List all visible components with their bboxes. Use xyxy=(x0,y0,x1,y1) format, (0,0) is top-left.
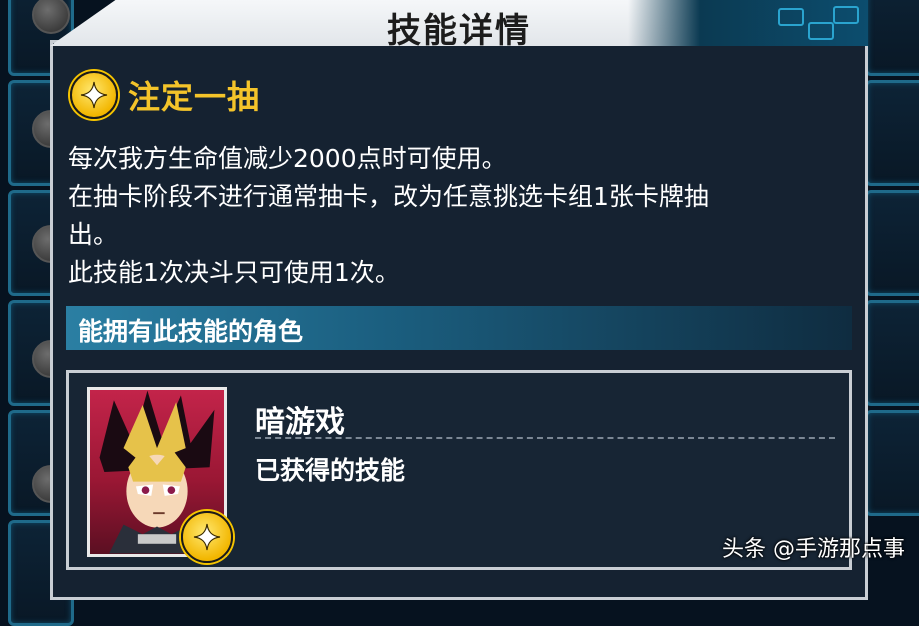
sparkle-icon-shape xyxy=(80,81,108,109)
sparkle-icon-shape xyxy=(193,523,221,551)
background-tile xyxy=(865,300,919,406)
owned-skill-badge-icon xyxy=(181,511,233,563)
background-tile xyxy=(865,0,919,76)
owners-section-header: 能拥有此技能的角色 xyxy=(66,306,852,350)
divider xyxy=(255,437,835,439)
description-line: 出。 xyxy=(68,220,119,249)
sparkle-icon xyxy=(70,71,118,119)
description-line: 此技能1次决斗只可使用1次。 xyxy=(68,258,400,287)
dialog-title: 技能详情 xyxy=(387,11,531,51)
character-name: 暗游戏 xyxy=(255,405,345,440)
watermark: 头条 @手游那点事 xyxy=(722,537,905,562)
acquired-status: 已获得的技能 xyxy=(255,456,406,485)
skill-description: 每次我方生命值减少2000点时可使用。 在抽卡阶段不进行通常抽卡，改为任意挑选卡… xyxy=(68,140,858,292)
skill-name: 注定一抽 xyxy=(128,78,261,116)
background-tile xyxy=(865,190,919,296)
title-bar: 技能详情 xyxy=(50,0,868,46)
description-line: 每次我方生命值减少2000点时可使用。 xyxy=(68,144,507,173)
background-tile xyxy=(865,410,919,516)
description-line: 在抽卡阶段不进行通常抽卡，改为任意挑选卡组1张卡牌抽 xyxy=(68,182,709,211)
owners-header-label: 能拥有此技能的角色 xyxy=(78,317,304,346)
background-tile xyxy=(865,80,919,186)
